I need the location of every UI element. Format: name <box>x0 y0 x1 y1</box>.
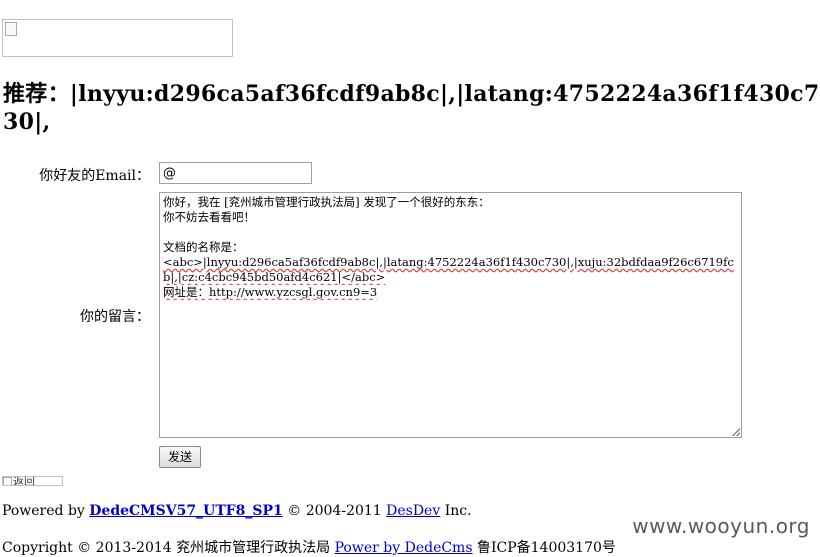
message-line: 网址是：http://www.yzcsgl.gov.cn9=3 <box>163 285 378 299</box>
page-title: 推荐：|lnyyu:d296ca5af36fcdf9ab8c|,|latang:… <box>3 81 820 135</box>
message-line: 你不妨去看看吧！ <box>163 210 255 224</box>
message-label: 你的留言： <box>80 309 150 325</box>
watermark: www.wooyun.org <box>632 514 810 538</box>
back-image-link[interactable]: 返回 <box>2 476 63 486</box>
copyright-prefix: Copyright © 2013-2014 兖州城市管理行政执法局 <box>2 540 335 556</box>
icp-number: 鲁ICP备14003170号 <box>472 540 616 556</box>
send-button[interactable]: 发送 <box>159 446 201 468</box>
copyright-line: Copyright © 2013-2014 兖州城市管理行政执法局 Power … <box>2 537 616 557</box>
powered-by-line: Powered by DedeCMSV57_UTF8_SP1 © 2004-20… <box>2 503 472 519</box>
resize-grip-icon[interactable] <box>732 428 740 436</box>
powered-suffix: Inc. <box>440 503 472 519</box>
message-line <box>163 225 738 240</box>
back-alt-text: 返回 <box>13 476 35 486</box>
powered-mid: © 2004-2011 <box>282 503 387 519</box>
logo-image <box>2 19 233 57</box>
email-label: 你好友的Email： <box>39 168 150 184</box>
broken-image-icon <box>3 477 12 485</box>
email-input[interactable] <box>159 162 312 184</box>
message-line: <abc>|lnyyu:d296ca5af36fcdf9ab8c|,|latan… <box>163 255 734 284</box>
dedecms-link[interactable]: DedeCMSV57_UTF8_SP1 <box>89 503 283 519</box>
message-line: 你好，我在 [兖州城市管理行政执法局] 发现了一个很好的东东： <box>163 195 490 209</box>
powered-prefix: Powered by <box>2 503 90 519</box>
message-textarea[interactable]: 你好，我在 [兖州城市管理行政执法局] 发现了一个很好的东东： 你不妨去看看吧！… <box>159 192 742 438</box>
message-line: 文档的名称是： <box>163 240 244 254</box>
desdev-link[interactable]: DesDev <box>386 503 440 519</box>
power-by-dedecms-link[interactable]: Power by DedeCms <box>335 540 473 556</box>
broken-image-icon <box>5 22 17 36</box>
